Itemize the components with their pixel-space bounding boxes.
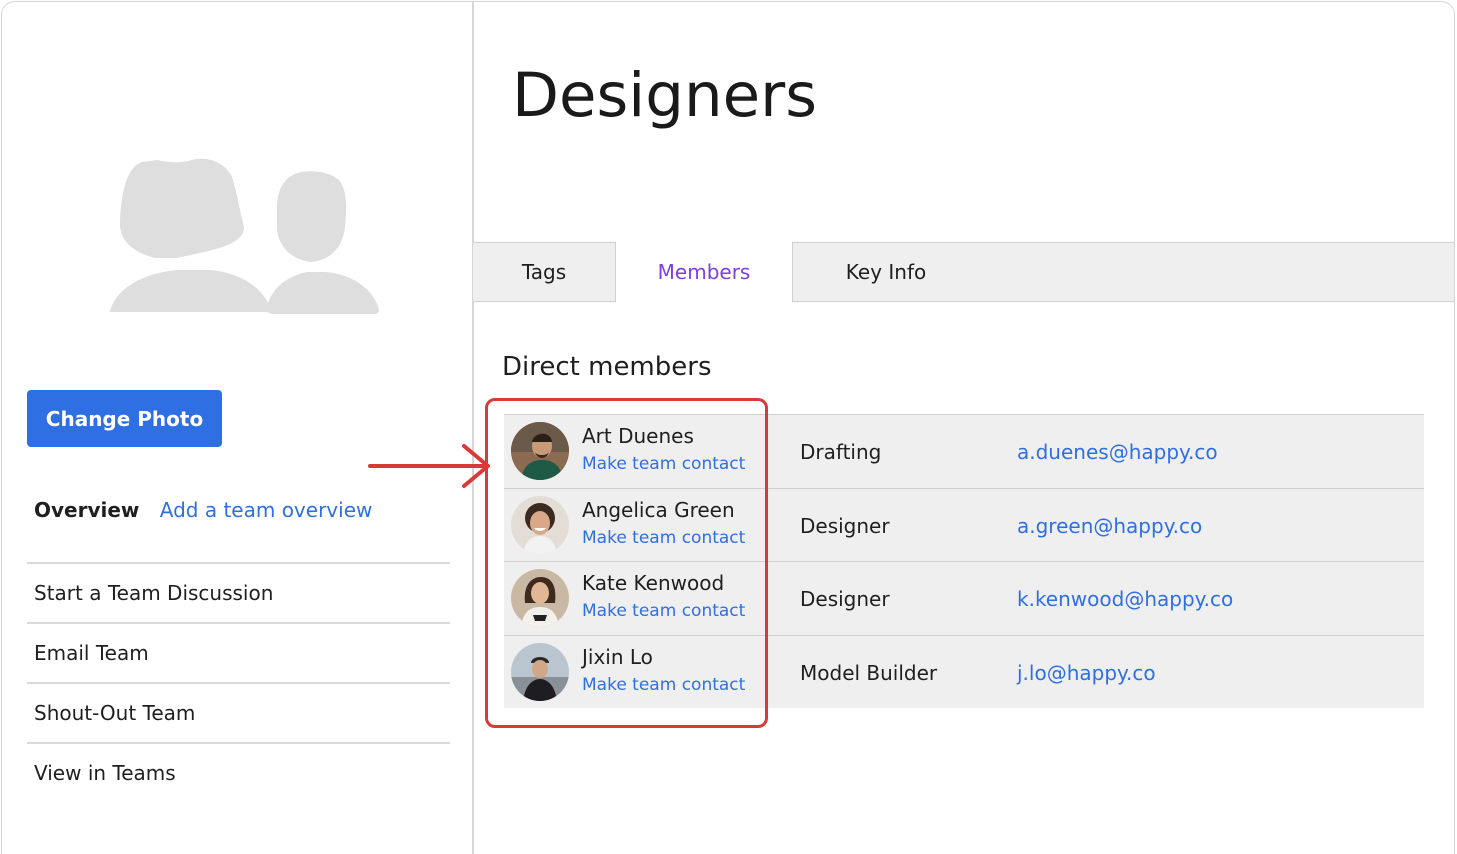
- annotation-arrow-icon: [368, 444, 490, 488]
- shout-out-team-action[interactable]: Shout-Out Team: [27, 682, 450, 742]
- page-title: Designers: [512, 60, 817, 131]
- app-window: Change Photo Overview Add a team overvie…: [1, 1, 1455, 854]
- avatar: [511, 569, 569, 627]
- direct-members-heading: Direct members: [502, 352, 712, 382]
- avatar: [511, 642, 569, 701]
- tab-members[interactable]: Members: [615, 242, 793, 302]
- member-role: Designer: [800, 587, 890, 611]
- member-email-link[interactable]: a.green@happy.co: [1017, 514, 1202, 538]
- tab-bar: Tags Members Key Info: [473, 242, 1454, 302]
- table-row: Kate Kenwood Make team contact Designer …: [504, 561, 1424, 635]
- team-placeholder-photo-icon: [110, 158, 379, 314]
- email-team-action[interactable]: Email Team: [27, 622, 450, 682]
- member-name: Art Duenes: [582, 424, 694, 448]
- member-role: Model Builder: [800, 660, 938, 685]
- member-role: Designer: [800, 513, 890, 538]
- member-role: Drafting: [800, 440, 882, 464]
- table-row: Angelica Green Make team contact Designe…: [504, 487, 1424, 561]
- make-team-contact-link[interactable]: Make team contact: [582, 675, 745, 695]
- panel-divider: [472, 2, 474, 854]
- members-table: Art Duenes Make team contact Drafting a.…: [504, 414, 1424, 708]
- avatar: [511, 422, 569, 480]
- member-name: Jixin Lo: [582, 644, 653, 669]
- make-team-contact-link[interactable]: Make team contact: [582, 528, 745, 548]
- overview-row: Overview Add a team overview: [34, 498, 372, 522]
- add-team-overview-link[interactable]: Add a team overview: [160, 498, 373, 522]
- member-email-link[interactable]: j.lo@happy.co: [1017, 661, 1156, 685]
- make-team-contact-link[interactable]: Make team contact: [582, 454, 745, 474]
- team-action-list: Start a Team Discussion Email Team Shout…: [27, 562, 450, 802]
- change-photo-button[interactable]: Change Photo: [27, 390, 222, 447]
- view-in-teams-action[interactable]: View in Teams: [27, 742, 450, 802]
- tab-tags[interactable]: Tags: [473, 243, 615, 301]
- tab-key-info[interactable]: Key Info: [793, 243, 979, 301]
- table-row: Art Duenes Make team contact Drafting a.…: [504, 414, 1424, 488]
- table-row: Jixin Lo Make team contact Model Builder…: [504, 634, 1424, 708]
- make-team-contact-link[interactable]: Make team contact: [582, 601, 745, 621]
- member-email-link[interactable]: a.duenes@happy.co: [1017, 440, 1218, 464]
- overview-label: Overview: [34, 498, 140, 522]
- member-name: Kate Kenwood: [582, 571, 725, 595]
- member-name: Angelica Green: [582, 497, 735, 522]
- avatar: [511, 495, 569, 554]
- member-email-link[interactable]: k.kenwood@happy.co: [1017, 587, 1233, 611]
- start-team-discussion-action[interactable]: Start a Team Discussion: [27, 562, 450, 622]
